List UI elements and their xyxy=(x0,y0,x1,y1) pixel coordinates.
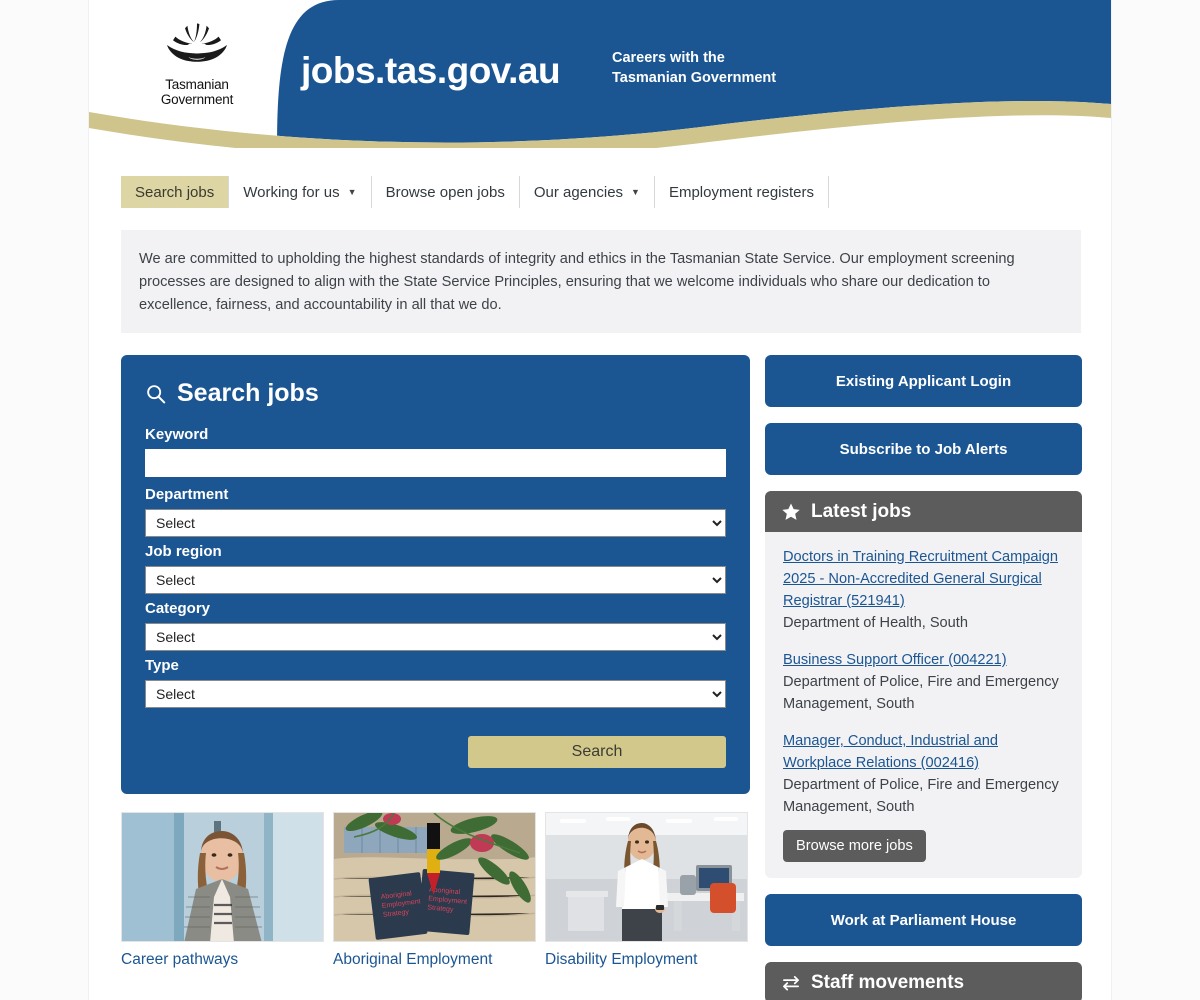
field-job-region: Job region Select xyxy=(145,543,726,600)
chevron-down-icon: ▼ xyxy=(347,187,357,197)
field-category: Category Select xyxy=(145,600,726,657)
main-right-column: Existing Applicant Login Subscribe to Jo… xyxy=(765,355,1082,1000)
staff-movements-heading-label: Staff movements xyxy=(811,971,965,993)
promo-card-career-pathways[interactable]: Career pathways xyxy=(121,812,324,970)
nav-item-working-for-us[interactable]: Working for us ▼ xyxy=(229,176,372,208)
logo-text: Tasmanian Government xyxy=(149,77,245,107)
latest-jobs-body: Doctors in Training Recruitment Campaign… xyxy=(765,532,1082,878)
latest-job-title-link[interactable]: Business Support Officer (004221) xyxy=(783,652,1007,668)
promo-caption-disability-employment[interactable]: Disability Employment xyxy=(545,950,748,970)
promo-card-aboriginal-employment[interactable]: Aboriginal Employment Strategy Aborigina… xyxy=(333,812,536,970)
tasmanian-government-thylacine-logo-icon xyxy=(167,23,227,62)
tagline-line-2: Tasmanian Government xyxy=(612,70,777,86)
field-label-keyword: Keyword xyxy=(145,426,209,443)
exchange-arrows-icon xyxy=(783,975,799,990)
subscribe-job-alerts-button[interactable]: Subscribe to Job Alerts xyxy=(765,423,1082,475)
latest-job-item: Business Support Officer (004221) Depart… xyxy=(783,649,1064,715)
search-icon xyxy=(147,384,166,403)
integrity-notice: We are committed to upholding the highes… xyxy=(121,230,1081,333)
content-frame: Tasmanian Government jobs.tas.gov.au Car… xyxy=(88,0,1112,1000)
search-input-keyword[interactable] xyxy=(145,449,726,477)
staff-movements-panel: Staff movements xyxy=(765,962,1082,1000)
promo-card-disability-employment[interactable]: Disability Employment xyxy=(545,812,748,970)
page-root: Tasmanian Government jobs.tas.gov.au Car… xyxy=(0,0,1200,1000)
woman-in-white-shirt-walking-through-office-image xyxy=(546,813,747,941)
promo-caption-career-pathways[interactable]: Career pathways xyxy=(121,950,324,970)
select-type[interactable]: Select xyxy=(145,680,726,708)
promo-image-career-pathways[interactable] xyxy=(121,812,324,942)
latest-job-department: Department of Police, Fire and Emergency… xyxy=(783,777,1059,815)
nav-label: Employment registers xyxy=(668,183,815,201)
field-label-job-region: Job region xyxy=(145,543,222,560)
search-heading-label: Search jobs xyxy=(177,379,319,407)
site-tagline: Careers with the Tasmanian Government xyxy=(612,48,776,88)
latest-jobs-panel: Latest jobs Doctors in Training Recruitm… xyxy=(765,491,1082,878)
select-department[interactable]: Select xyxy=(145,509,726,537)
latest-job-item: Manager, Conduct, Industrial and Workpla… xyxy=(783,730,1064,818)
search-submit-button[interactable]: Search xyxy=(468,736,726,768)
site-header: Tasmanian Government jobs.tas.gov.au Car… xyxy=(89,0,1111,148)
woman-in-grey-blazer-office-portrait-image xyxy=(122,813,323,941)
promo-caption-aboriginal-employment[interactable]: Aboriginal Employment xyxy=(333,950,536,970)
search-panel-heading: Search jobs xyxy=(145,381,726,406)
latest-job-department: Department of Police, Fire and Emergency… xyxy=(783,674,1059,712)
field-keyword: Keyword xyxy=(145,426,726,486)
logo-line-1: Tasmanian xyxy=(165,77,229,92)
field-label-category: Category xyxy=(145,600,211,617)
main-left-column: Search jobs Keyword Department Select Jo… xyxy=(121,355,750,970)
nav-item-our-agencies[interactable]: Our agencies ▼ xyxy=(520,176,655,208)
field-label-department: Department xyxy=(145,486,229,503)
site-title[interactable]: jobs.tas.gov.au xyxy=(301,52,561,89)
logo-line-2: Government xyxy=(160,92,234,107)
latest-job-department: Department of Health, South xyxy=(783,615,968,631)
work-at-parliament-house-button[interactable]: Work at Parliament House xyxy=(765,894,1082,946)
staff-movements-heading: Staff movements xyxy=(765,962,1082,1000)
nav-label: Working for us xyxy=(243,183,340,201)
tagline-line-1: Careers with the xyxy=(612,50,725,66)
star-icon xyxy=(782,503,800,520)
browse-more-jobs-button[interactable]: Browse more jobs xyxy=(783,830,926,862)
tasmanian-government-logo[interactable]: Tasmanian Government xyxy=(149,22,245,107)
chevron-down-icon: ▼ xyxy=(631,187,640,197)
field-type: Type Select xyxy=(145,657,726,714)
field-label-type: Type xyxy=(145,657,179,674)
promo-image-disability-employment[interactable] xyxy=(545,812,748,942)
main-navigation: Search jobs Working for us ▼ Browse open… xyxy=(121,176,830,208)
existing-applicant-login-button[interactable]: Existing Applicant Login xyxy=(765,355,1082,407)
nav-label: Browse open jobs xyxy=(385,183,505,201)
select-job-region[interactable]: Select xyxy=(145,566,726,594)
latest-job-title-link[interactable]: Doctors in Training Recruitment Campaign… xyxy=(783,549,1058,609)
nav-item-browse-open-jobs[interactable]: Browse open jobs xyxy=(372,176,520,208)
latest-jobs-heading: Latest jobs xyxy=(765,491,1082,532)
latest-job-item: Doctors in Training Recruitment Campaign… xyxy=(783,546,1064,634)
promo-image-aboriginal-employment[interactable]: Aboriginal Employment Strategy Aborigina… xyxy=(333,812,536,942)
nav-item-search-jobs[interactable]: Search jobs xyxy=(121,176,230,208)
select-category[interactable]: Select xyxy=(145,623,726,651)
latest-job-title-link[interactable]: Manager, Conduct, Industrial and Workpla… xyxy=(783,733,998,771)
latest-jobs-heading-label: Latest jobs xyxy=(811,500,912,522)
search-button-row: Search xyxy=(145,736,726,768)
field-department: Department Select xyxy=(145,486,726,543)
nav-label: Search jobs xyxy=(135,183,215,201)
promo-card-row: Career pathways Aboriginal Employment St… xyxy=(121,812,750,970)
aboriginal-employment-strategy-booklets-with-flag-image: Aboriginal Employment Strategy Aborigina… xyxy=(334,813,535,941)
nav-item-employment-registers[interactable]: Employment registers xyxy=(655,176,830,208)
search-jobs-panel: Search jobs Keyword Department Select Jo… xyxy=(121,355,750,794)
nav-label: Our agencies xyxy=(533,183,624,201)
